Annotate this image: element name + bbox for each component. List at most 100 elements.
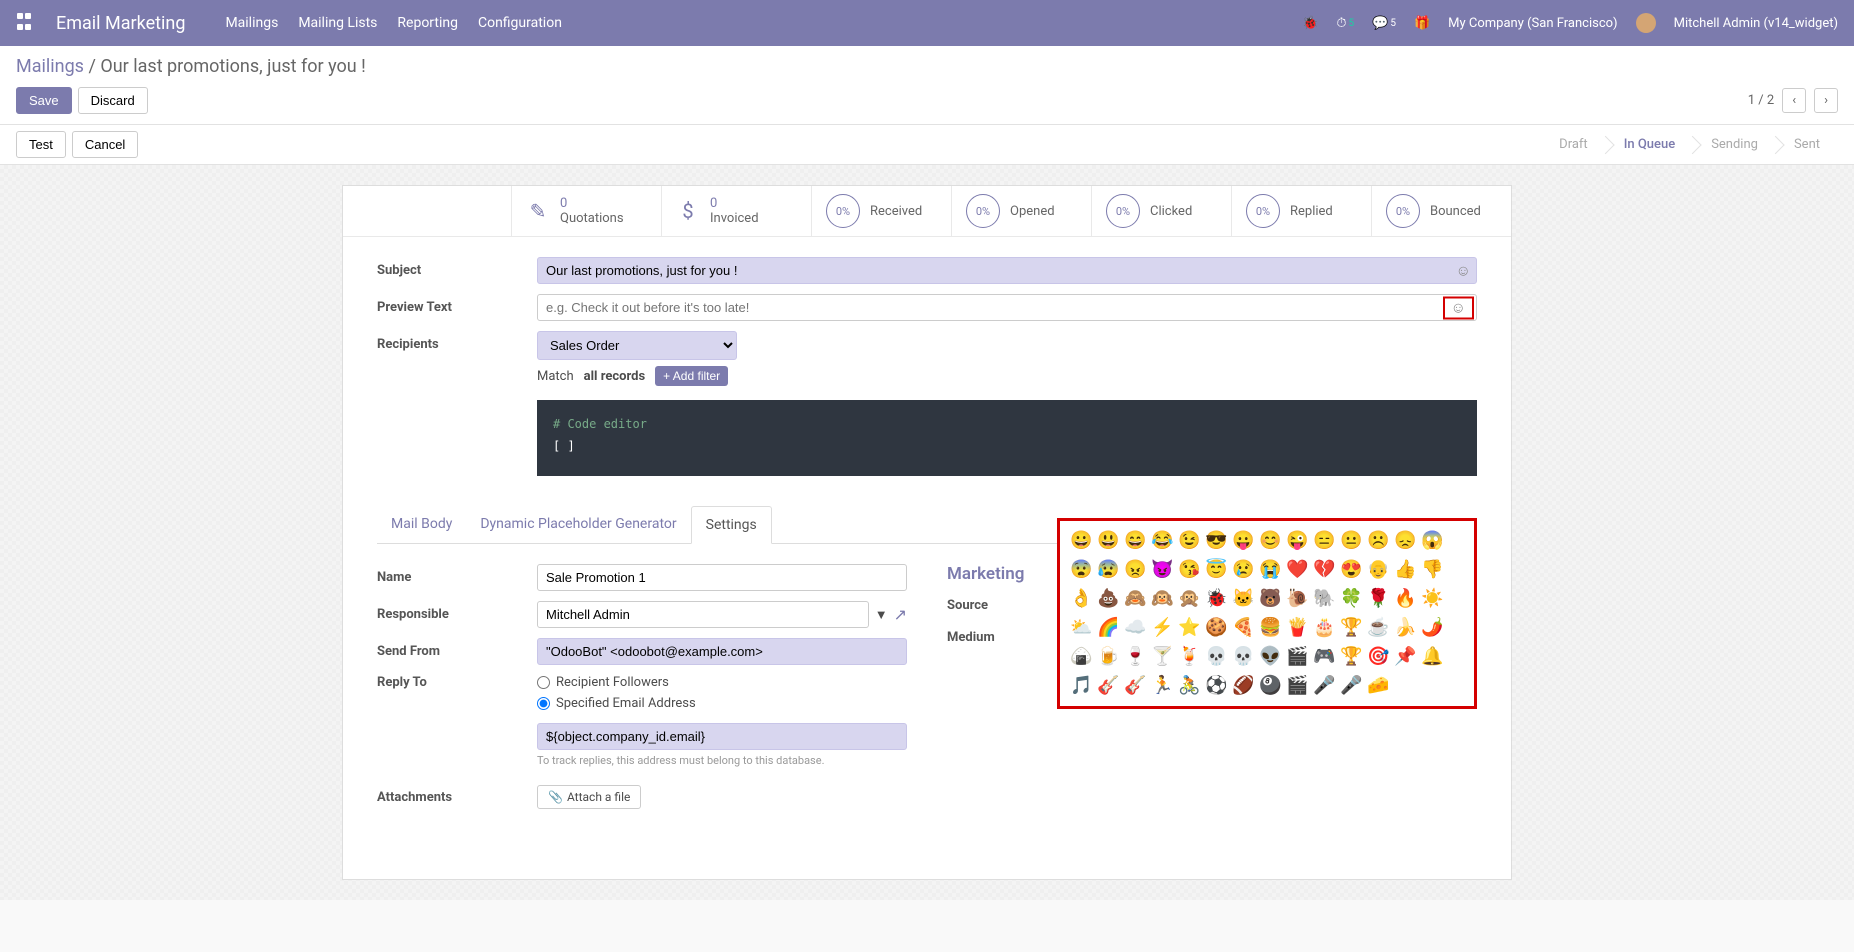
emoji-option[interactable]: 👍 xyxy=(1394,558,1416,582)
code-editor[interactable]: # Code editor [ ] xyxy=(537,400,1477,476)
emoji-option[interactable]: 😰 xyxy=(1097,558,1119,582)
chat-icon[interactable]: 💬5 xyxy=(1372,16,1396,31)
emoji-option[interactable]: 🎸 xyxy=(1124,674,1146,698)
emoji-option[interactable]: ☁️ xyxy=(1124,616,1146,640)
emoji-option[interactable]: 💀 xyxy=(1205,645,1227,669)
emoji-option[interactable]: 🎂 xyxy=(1313,616,1335,640)
tab-mail-body[interactable]: Mail Body xyxy=(377,506,466,543)
emoji-option[interactable]: 🐞 xyxy=(1205,587,1227,611)
emoji-option[interactable]: 🍷 xyxy=(1124,645,1146,669)
stat-invoiced[interactable]: $ 0 Invoiced xyxy=(661,186,811,236)
emoji-option[interactable]: 😭 xyxy=(1259,558,1281,582)
nav-mailing-lists[interactable]: Mailing Lists xyxy=(298,15,377,31)
emoji-option[interactable]: 🍺 xyxy=(1097,645,1119,669)
apps-icon[interactable] xyxy=(16,12,38,34)
emoji-option[interactable]: 🌹 xyxy=(1367,587,1389,611)
replyto-followers-radio[interactable] xyxy=(537,676,550,689)
emoji-option[interactable]: 😍 xyxy=(1340,558,1362,582)
emoji-option[interactable]: 🎬 xyxy=(1286,645,1308,669)
chevron-down-icon[interactable]: ▼ xyxy=(875,607,888,623)
emoji-option[interactable]: 🍙 xyxy=(1070,645,1092,669)
emoji-option[interactable]: 🍀 xyxy=(1340,587,1362,611)
preview-input[interactable] xyxy=(537,294,1477,321)
breadcrumb-root[interactable]: Mailings xyxy=(16,56,84,77)
name-input[interactable] xyxy=(537,564,907,591)
emoji-option[interactable]: 🍪 xyxy=(1205,616,1227,640)
subject-input[interactable] xyxy=(537,257,1477,284)
emoji-option[interactable]: 🎸 xyxy=(1097,674,1119,698)
tab-settings[interactable]: Settings xyxy=(691,506,772,544)
save-button[interactable]: Save xyxy=(16,87,72,114)
emoji-option[interactable]: 🙊 xyxy=(1178,587,1200,611)
discard-button[interactable]: Discard xyxy=(78,87,148,114)
emoji-option[interactable]: 📌 xyxy=(1394,645,1416,669)
sendfrom-input[interactable] xyxy=(537,638,907,665)
status-sent[interactable]: Sent xyxy=(1776,131,1838,158)
status-draft[interactable]: Draft xyxy=(1541,131,1606,158)
recipients-select[interactable]: Sales Order xyxy=(537,331,737,360)
emoji-option[interactable]: ⚽ xyxy=(1205,674,1227,698)
emoji-option[interactable]: ❤️ xyxy=(1286,558,1308,582)
nav-configuration[interactable]: Configuration xyxy=(478,15,562,31)
emoji-option[interactable]: 🌶️ xyxy=(1421,616,1443,640)
emoji-option[interactable]: 🎤 xyxy=(1313,674,1335,698)
emoji-option[interactable]: 🙉 xyxy=(1151,587,1173,611)
emoji-option[interactable]: 😂 xyxy=(1151,529,1173,553)
test-button[interactable]: Test xyxy=(16,131,66,158)
emoji-option[interactable]: 👴 xyxy=(1367,558,1389,582)
emoji-option[interactable]: ☀️ xyxy=(1421,587,1443,611)
emoji-option[interactable]: 🎮 xyxy=(1313,645,1335,669)
company-switcher[interactable]: My Company (San Francisco) xyxy=(1448,16,1617,31)
emoji-option[interactable]: 🌈 xyxy=(1097,616,1119,640)
emoji-option[interactable]: 🐻 xyxy=(1259,587,1281,611)
emoji-option[interactable]: ⚡ xyxy=(1151,616,1173,640)
emoji-option[interactable]: 🏆 xyxy=(1340,645,1362,669)
emoji-option[interactable]: 🍹 xyxy=(1178,645,1200,669)
emoji-option[interactable]: 😐 xyxy=(1340,529,1362,553)
user-menu[interactable]: Mitchell Admin (v14_widget) xyxy=(1674,16,1838,31)
pager-prev[interactable]: ‹ xyxy=(1782,88,1806,113)
nav-mailings[interactable]: Mailings xyxy=(225,15,278,31)
nav-reporting[interactable]: Reporting xyxy=(397,15,458,31)
emoji-option[interactable]: 🎯 xyxy=(1367,645,1389,669)
emoji-option[interactable]: 😠 xyxy=(1124,558,1146,582)
replyto-input[interactable] xyxy=(537,723,907,750)
stat-opened[interactable]: 0% Opened xyxy=(951,186,1091,236)
emoji-option[interactable]: 🏃 xyxy=(1151,674,1173,698)
emoji-option[interactable]: 🍸 xyxy=(1151,645,1173,669)
emoji-icon[interactable]: ☺ xyxy=(1443,296,1474,319)
emoji-option[interactable]: 😈 xyxy=(1151,558,1173,582)
tab-dynamic-placeholder[interactable]: Dynamic Placeholder Generator xyxy=(466,506,690,543)
emoji-option[interactable]: 😛 xyxy=(1232,529,1254,553)
emoji-option[interactable]: 😊 xyxy=(1259,529,1281,553)
stat-bounced[interactable]: 0% Bounced xyxy=(1371,186,1511,236)
emoji-option[interactable]: ⭐ xyxy=(1178,616,1200,640)
emoji-option[interactable]: 🎬 xyxy=(1286,674,1308,698)
emoji-option[interactable]: 🎵 xyxy=(1070,674,1092,698)
emoji-option[interactable]: 🍟 xyxy=(1286,616,1308,640)
attach-file-button[interactable]: 📎 Attach a file xyxy=(537,785,641,809)
emoji-option[interactable]: 🔔 xyxy=(1421,645,1443,669)
emoji-option[interactable]: 🎤 xyxy=(1340,674,1362,698)
add-filter-button[interactable]: + Add filter xyxy=(655,366,728,386)
emoji-option[interactable]: 😉 xyxy=(1178,529,1200,553)
avatar[interactable] xyxy=(1636,13,1656,33)
emoji-option[interactable]: 👎 xyxy=(1421,558,1443,582)
emoji-option[interactable]: 🎱 xyxy=(1259,674,1281,698)
emoji-option[interactable]: 💩 xyxy=(1097,587,1119,611)
emoji-option[interactable]: 😨 xyxy=(1070,558,1092,582)
emoji-option[interactable]: 🏈 xyxy=(1232,674,1254,698)
external-link-icon[interactable]: ↗ xyxy=(894,605,907,624)
emoji-option[interactable]: 💀 xyxy=(1232,645,1254,669)
gift-icon[interactable]: 🎁 xyxy=(1414,16,1430,31)
emoji-icon[interactable]: ☺ xyxy=(1456,262,1471,279)
emoji-option[interactable]: 😱 xyxy=(1421,529,1443,553)
emoji-option[interactable]: 🍕 xyxy=(1232,616,1254,640)
emoji-option[interactable]: 🍔 xyxy=(1259,616,1281,640)
emoji-option[interactable]: 🐱 xyxy=(1232,587,1254,611)
emoji-option[interactable]: ☹️ xyxy=(1367,529,1389,553)
emoji-option[interactable]: 😘 xyxy=(1178,558,1200,582)
emoji-option[interactable]: 🔥 xyxy=(1394,587,1416,611)
emoji-option[interactable]: 😑 xyxy=(1313,529,1335,553)
status-inqueue[interactable]: In Queue xyxy=(1606,131,1694,158)
